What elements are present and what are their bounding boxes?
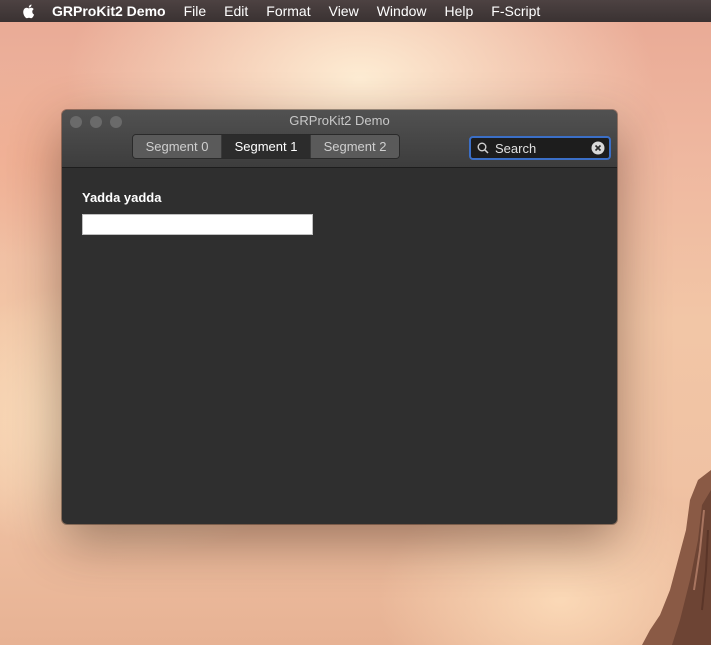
- segment-0[interactable]: Segment 0: [133, 135, 222, 158]
- menu-fscript[interactable]: F-Script: [491, 3, 540, 19]
- segmented-control: Segment 0 Segment 1 Segment 2: [132, 134, 400, 159]
- segment-2[interactable]: Segment 2: [311, 135, 399, 158]
- segment-1[interactable]: Segment 1: [222, 135, 311, 158]
- menu-help[interactable]: Help: [445, 3, 474, 19]
- window-titlebar[interactable]: GRProKit2 Demo Segment 0 Segment 1 Segme…: [62, 110, 617, 168]
- app-window: GRProKit2 Demo Segment 0 Segment 1 Segme…: [62, 110, 617, 524]
- menu-view[interactable]: View: [329, 3, 359, 19]
- search-icon: [477, 142, 489, 154]
- search-field[interactable]: Search: [469, 136, 611, 160]
- window-title: GRProKit2 Demo: [289, 113, 390, 128]
- field-label: Yadda yadda: [82, 190, 162, 205]
- search-placeholder: Search: [495, 140, 537, 156]
- apple-logo-icon[interactable]: [20, 2, 38, 20]
- text-field[interactable]: [82, 214, 313, 235]
- menu-file[interactable]: File: [184, 3, 207, 19]
- clear-search-icon[interactable]: [591, 141, 605, 155]
- menu-bar: GRProKit2 Demo File Edit Format View Win…: [0, 0, 711, 22]
- menu-edit[interactable]: Edit: [224, 3, 248, 19]
- menu-window[interactable]: Window: [377, 3, 427, 19]
- menu-app-name[interactable]: GRProKit2 Demo: [52, 3, 166, 19]
- menu-format[interactable]: Format: [266, 3, 310, 19]
- desktop-wallpaper-rock: [642, 470, 711, 645]
- window-content: Yadda yadda: [62, 168, 617, 524]
